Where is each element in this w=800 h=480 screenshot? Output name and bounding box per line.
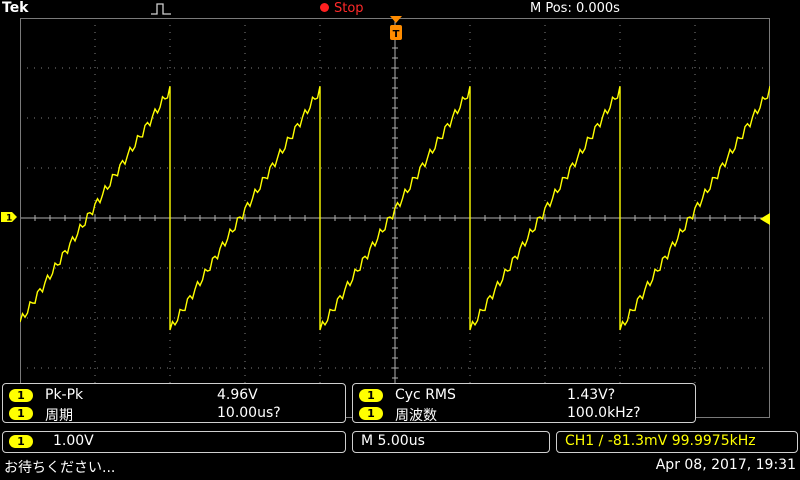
measurement-frequency[interactable]: 1 周波数 100.0kHz?	[359, 405, 689, 424]
graticule	[20, 18, 770, 418]
measurement-value: 10.00us?	[217, 405, 281, 421]
measurement-value: 1.43V?	[567, 387, 616, 403]
date-time: Apr 08, 2017, 19:31	[655, 457, 796, 473]
ch1-badge: 1	[359, 406, 383, 420]
ch1-scale-readout[interactable]: 1 1.00V	[2, 431, 346, 453]
trigger-info: CH1 ∕ -81.3mV 99.9975kHz	[565, 433, 756, 449]
measurement-label: 周波数	[395, 408, 437, 424]
waveform-display	[20, 18, 770, 418]
ch1-ground-marker[interactable]: 1	[0, 211, 18, 223]
right-margin	[770, 18, 800, 418]
measurement-label: 周期	[45, 408, 73, 424]
time-per-div: M 5.00us	[361, 433, 425, 449]
measurement-label: Cyc RMS	[395, 387, 456, 403]
stop-indicator-icon	[320, 3, 329, 12]
trigger-pulse-icon	[151, 3, 171, 15]
ch1-badge: 1	[9, 388, 33, 402]
acquisition-state: Stop	[334, 1, 364, 16]
measurement-label: Pk-Pk	[45, 387, 84, 403]
ch1-badge: 1	[9, 406, 33, 420]
timebase-readout[interactable]: M 5.00us	[352, 431, 550, 453]
measurement-value: 4.96V	[217, 387, 258, 403]
horizontal-position: M Pos: 0.000s	[530, 1, 620, 16]
message-bar: お待ちください... Apr 08, 2017, 19:31	[0, 455, 800, 480]
measurement-cyc-rms[interactable]: 1 Cyc RMS 1.43V?	[359, 387, 689, 405]
measurement-period[interactable]: 1 周期 10.00us?	[9, 405, 339, 424]
ch1-badge: 1	[359, 388, 383, 402]
svg-text:1: 1	[6, 214, 12, 224]
measurement-panel-left[interactable]: 1 Pk-Pk 4.96V 1 周期 10.00us?	[2, 383, 346, 424]
status-message: お待ちください...	[4, 460, 116, 476]
trigger-level-marker[interactable]	[760, 213, 770, 225]
measurement-value: 100.0kHz?	[567, 405, 641, 421]
measurement-panel-right[interactable]: 1 Cyc RMS 1.43V? 1 周波数 100.0kHz?	[352, 383, 696, 424]
volts-per-div: 1.00V	[53, 433, 94, 449]
measurement-pkpk[interactable]: 1 Pk-Pk 4.96V	[9, 387, 339, 405]
trigger-position-marker[interactable]: T	[386, 15, 406, 43]
ch1-badge: 1	[9, 435, 33, 448]
trigger-readout[interactable]: CH1 ∕ -81.3mV 99.9975kHz	[556, 431, 798, 453]
svg-text:T: T	[393, 29, 400, 40]
brand-label: Tek	[2, 0, 29, 16]
